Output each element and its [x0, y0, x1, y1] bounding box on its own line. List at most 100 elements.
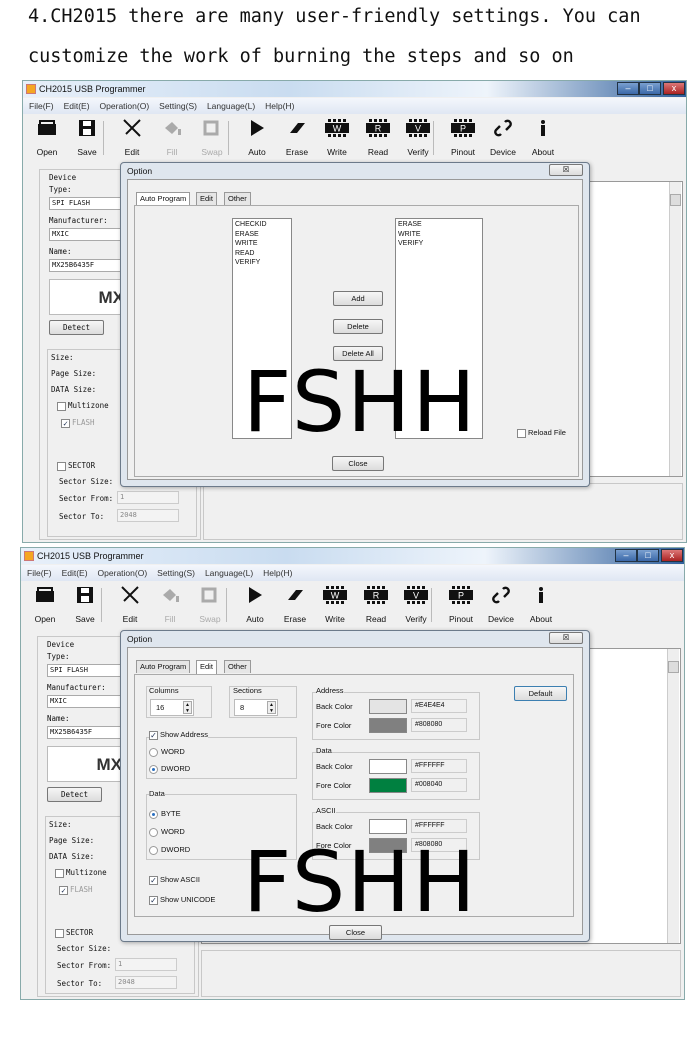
sector-checkbox[interactable]: SECTOR: [55, 928, 93, 938]
menu-item[interactable]: File(F): [27, 568, 52, 578]
scrollbar-thumb[interactable]: [670, 194, 681, 206]
detect-button[interactable]: Detect: [49, 320, 104, 335]
fore-color-picker[interactable]: [369, 778, 407, 793]
menu-item[interactable]: Edit(E): [64, 101, 90, 111]
sector-from-input[interactable]: 1: [117, 491, 179, 504]
manufacturer-select[interactable]: MXIC: [49, 228, 125, 241]
tab-edit[interactable]: Edit: [196, 192, 217, 205]
list-item[interactable]: ERASE: [235, 230, 289, 240]
add-button[interactable]: Add: [333, 291, 383, 306]
name-select[interactable]: MX25B6435F: [49, 259, 125, 272]
menu-item[interactable]: Help(H): [265, 101, 294, 111]
title-bar[interactable]: CH2015 USB Programmer: [21, 548, 684, 564]
back-color-picker[interactable]: [369, 819, 407, 834]
toolbar-save-button[interactable]: Save: [65, 584, 105, 626]
toolbar-edit-button[interactable]: Edit: [110, 584, 150, 626]
sector-to-input[interactable]: 2048: [115, 976, 177, 989]
toolbar-save-button[interactable]: Save: [67, 117, 107, 159]
list-item[interactable]: VERIFY: [398, 239, 480, 249]
list-item[interactable]: ERASE: [398, 220, 480, 230]
maximize-button[interactable]: □: [639, 82, 661, 95]
back-color-picker[interactable]: [369, 699, 407, 714]
toolbar-pinout-button[interactable]: P Pinout: [443, 117, 483, 159]
toolbar-pinout-button[interactable]: P Pinout: [441, 584, 481, 626]
toolbar-swap-button[interactable]: Swap: [192, 117, 232, 159]
type-select[interactable]: SPI FLASH: [47, 664, 123, 677]
toolbar-device-button[interactable]: Device: [481, 584, 521, 626]
detect-button[interactable]: Detect: [47, 787, 102, 802]
tab-edit[interactable]: Edit: [196, 660, 217, 675]
show-unicode-checkbox[interactable]: ✓ Show UNICODE: [149, 895, 215, 905]
toolbar-auto-button[interactable]: Auto: [237, 117, 277, 159]
list-item[interactable]: CHECKID: [235, 220, 289, 230]
hex-scrollbar[interactable]: [669, 182, 681, 476]
manufacturer-select[interactable]: MXIC: [47, 695, 123, 708]
multizone-checkbox[interactable]: Multizone: [55, 868, 107, 878]
fore-color-picker[interactable]: [369, 718, 407, 733]
toolbar-write-button[interactable]: W Write: [315, 584, 355, 626]
toolbar-edit-button[interactable]: Edit: [112, 117, 152, 159]
menu-item[interactable]: Edit(E): [62, 568, 88, 578]
list-item[interactable]: VERIFY: [235, 258, 289, 268]
menu-item[interactable]: Help(H): [263, 568, 292, 578]
sector-checkbox[interactable]: SECTOR: [57, 461, 95, 471]
menu-item[interactable]: Language(L): [205, 568, 253, 578]
close-button[interactable]: Close: [332, 456, 384, 471]
maximize-button[interactable]: □: [637, 549, 659, 562]
menu-item[interactable]: Operation(O): [100, 101, 150, 111]
delete-button[interactable]: Delete: [333, 319, 383, 334]
toolbar-erase-button[interactable]: Erase: [277, 117, 317, 159]
toolbar-swap-button[interactable]: Swap: [190, 584, 230, 626]
name-select[interactable]: MX25B6435F: [47, 726, 123, 739]
list-item[interactable]: READ: [235, 249, 289, 259]
dialog-close-icon[interactable]: ☒: [549, 164, 583, 176]
close-window-button[interactable]: x: [661, 549, 683, 562]
show-address-checkbox[interactable]: ✓ Show Address: [149, 730, 208, 740]
data-byte-radio[interactable]: BYTE: [149, 809, 181, 819]
toolbar-auto-button[interactable]: Auto: [235, 584, 275, 626]
columns-stepper[interactable]: 16 ▲ ▼: [150, 699, 194, 716]
hex-scrollbar[interactable]: [667, 649, 679, 943]
toolbar-verify-button[interactable]: V Verify: [398, 117, 438, 159]
menu-item[interactable]: Setting(S): [157, 568, 195, 578]
sector-to-input[interactable]: 2048: [117, 509, 179, 522]
dialog-close-icon[interactable]: ☒: [549, 632, 583, 644]
sector-from-input[interactable]: 1: [115, 958, 177, 971]
show-ascii-checkbox[interactable]: ✓ Show ASCII: [149, 875, 200, 885]
toolbar-erase-button[interactable]: Erase: [275, 584, 315, 626]
spin-arrows-icon[interactable]: ▲ ▼: [183, 701, 192, 714]
toolbar-about-button[interactable]: About: [523, 117, 563, 159]
reload-file-checkbox[interactable]: Reload File: [517, 428, 566, 438]
close-window-button[interactable]: x: [663, 82, 685, 95]
type-select[interactable]: SPI FLASH: [49, 197, 125, 210]
flash-checkbox[interactable]: ✓ FLASH: [59, 885, 93, 895]
data-word-radio[interactable]: WORD: [149, 827, 185, 837]
address-dword-radio[interactable]: DWORD: [149, 764, 190, 774]
toolbar-fill-button[interactable]: Fill: [152, 117, 192, 159]
tab-other[interactable]: Other: [224, 660, 251, 673]
title-bar[interactable]: CH2015 USB Programmer: [23, 81, 686, 97]
toolbar-write-button[interactable]: W Write: [317, 117, 357, 159]
tab-other[interactable]: Other: [224, 192, 251, 205]
toolbar-read-button[interactable]: R Read: [356, 584, 396, 626]
minimize-button[interactable]: –: [615, 549, 637, 562]
toolbar-about-button[interactable]: About: [521, 584, 561, 626]
menu-item[interactable]: Operation(O): [98, 568, 148, 578]
tab-auto-program[interactable]: Auto Program: [136, 660, 191, 673]
list-item[interactable]: WRITE: [235, 239, 289, 249]
data-dword-radio[interactable]: DWORD: [149, 845, 190, 855]
default-button[interactable]: Default: [514, 686, 567, 701]
scrollbar-thumb[interactable]: [668, 661, 679, 673]
toolbar-device-button[interactable]: Device: [483, 117, 523, 159]
toolbar-verify-button[interactable]: V Verify: [396, 584, 436, 626]
sections-stepper[interactable]: 8 ▲ ▼: [234, 699, 278, 716]
address-word-radio[interactable]: WORD: [149, 747, 185, 757]
toolbar-fill-button[interactable]: Fill: [150, 584, 190, 626]
toolbar-open-button[interactable]: Open: [25, 584, 65, 626]
spin-arrows-icon[interactable]: ▲ ▼: [267, 701, 276, 714]
list-item[interactable]: WRITE: [398, 230, 480, 240]
menu-item[interactable]: File(F): [29, 101, 54, 111]
multizone-checkbox[interactable]: Multizone: [57, 401, 109, 411]
menu-item[interactable]: Setting(S): [159, 101, 197, 111]
minimize-button[interactable]: –: [617, 82, 639, 95]
